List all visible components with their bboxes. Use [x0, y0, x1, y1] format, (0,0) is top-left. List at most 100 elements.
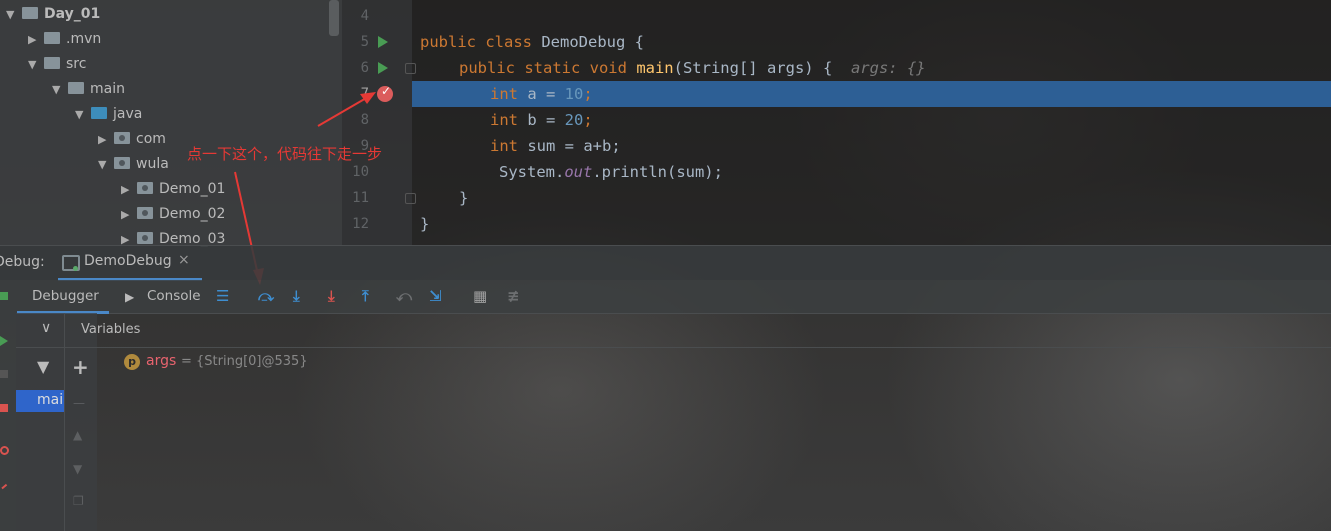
code-text: .println(sum);	[592, 163, 723, 181]
show-execution-point-icon[interactable]: ☰	[216, 287, 229, 305]
tree-scrollbar[interactable]	[329, 0, 339, 36]
code-keyword: int	[490, 111, 518, 129]
chevron-down-icon: ▼	[28, 58, 37, 71]
annotation-note: 点一下这个，代码往下走一步	[187, 145, 383, 163]
code-text: DemoDebug {	[541, 33, 644, 51]
code-number: 20	[564, 111, 584, 129]
running-indicator-icon	[73, 266, 78, 271]
tree-item-java[interactable]: ▼ java	[75, 103, 142, 125]
fold-marker-icon[interactable]	[405, 193, 416, 204]
tree-item-src[interactable]: ▼ src	[28, 53, 86, 75]
tree-item-label: java	[113, 106, 143, 122]
trace-icon[interactable]: ≢	[507, 287, 520, 305]
step-out-icon[interactable]: ⤒	[362, 287, 369, 305]
run-class-icon[interactable]	[378, 36, 388, 48]
view-breakpoints-icon[interactable]	[0, 446, 9, 455]
rerun-icon[interactable]	[0, 292, 8, 300]
chevron-down-icon: ▼	[98, 158, 107, 171]
tree-item-mvn[interactable]: ▶ .mvn	[28, 28, 101, 50]
code-keyword: int	[490, 85, 518, 103]
tree-item-com[interactable]: ▶ com	[98, 128, 166, 150]
chevron-down-icon: ▼	[52, 83, 61, 96]
code-number: 10	[564, 85, 584, 103]
chevron-right-icon: ▶	[28, 33, 37, 46]
tab-debugger-label: Debugger	[32, 288, 99, 304]
code-line-7: int a = 10;	[490, 85, 593, 103]
code-keyword: int	[490, 137, 518, 155]
code-static-field: out	[564, 163, 593, 181]
fold-marker-icon[interactable]	[405, 63, 416, 74]
variable-name[interactable]: args	[146, 353, 176, 369]
package-icon	[114, 132, 130, 144]
remove-watch-icon[interactable]: —	[73, 396, 85, 410]
step-over-icon[interactable]: ⤼	[258, 287, 274, 305]
tree-item-demo01[interactable]: ▶ Demo_01	[121, 178, 225, 200]
tree-item-label: .mvn	[66, 31, 102, 47]
drop-frame-icon[interactable]: ⤺	[396, 287, 412, 305]
copy-icon[interactable]: ❐	[73, 494, 84, 508]
run-main-icon[interactable]	[378, 62, 388, 74]
filter-icon[interactable]: ▼	[37, 357, 49, 376]
tree-item-day01[interactable]: ▼ Day_01	[6, 3, 100, 25]
evaluate-expression-icon[interactable]: ▦	[473, 287, 487, 305]
session-tab-label: DemoDebug	[84, 253, 172, 269]
run-to-cursor-icon[interactable]: ⇲	[429, 287, 442, 305]
package-icon	[137, 232, 153, 244]
folder-icon	[44, 57, 60, 69]
frames-header	[16, 313, 64, 348]
code-text: (String[] args) {	[673, 59, 833, 77]
breakpoint-check-icon: ✓	[381, 84, 392, 98]
code-keyword: public class	[420, 33, 542, 51]
package-icon	[114, 157, 130, 169]
code-punct: ;	[583, 111, 593, 129]
tree-item-label: wula	[136, 156, 169, 172]
stop-icon[interactable]	[0, 404, 8, 412]
add-watch-icon[interactable]: +	[72, 355, 89, 379]
line-number: 6	[360, 60, 369, 76]
code-text: b =	[518, 111, 565, 129]
variable-value: = {String[0]@535}	[181, 354, 308, 369]
code-keyword: public static void	[459, 59, 637, 77]
code-line-11: }	[459, 189, 469, 207]
code-punct: ;	[583, 85, 593, 103]
resume-icon[interactable]	[0, 336, 8, 346]
code-line-9: int sum = a+b;	[490, 137, 621, 155]
code-method-name: main	[636, 59, 674, 77]
chevron-down-icon: ▼	[75, 108, 84, 121]
debugger-toolbar	[16, 280, 1331, 314]
chevron-down-icon[interactable]: ∨	[41, 320, 51, 336]
tab-console[interactable]: Console	[147, 288, 201, 304]
tree-item-demo02[interactable]: ▶ Demo_02	[121, 203, 225, 225]
code-line-5: public class DemoDebug {	[420, 33, 644, 51]
line-number: 12	[352, 216, 369, 232]
line-number: 11	[352, 190, 369, 206]
code-line-10: System.out.println(sum);	[499, 163, 723, 181]
line-number: 7	[360, 86, 369, 102]
force-step-into-icon[interactable]: ⤓	[328, 287, 335, 305]
tree-item-main[interactable]: ▼ main	[52, 78, 125, 100]
tree-item-label: com	[136, 131, 166, 147]
tree-item-wula[interactable]: ▼ wula	[98, 153, 169, 175]
chevron-right-icon: ▶	[121, 183, 130, 196]
folder-icon	[44, 32, 60, 44]
close-icon[interactable]: ×	[178, 252, 190, 268]
debug-label: Debug:	[0, 254, 45, 270]
tree-item-label: Demo_01	[159, 181, 226, 197]
chevron-right-icon: ▶	[98, 133, 107, 146]
folder-icon	[68, 82, 84, 94]
move-up-icon[interactable]: ▲	[73, 428, 82, 442]
code-line-8: int b = 20;	[490, 111, 593, 129]
pause-icon[interactable]	[0, 370, 8, 378]
step-into-icon[interactable]: ⤓	[293, 287, 300, 305]
tree-item-label: Day_01	[44, 6, 101, 22]
tree-item-label: Demo_02	[159, 206, 226, 222]
tree-item-label: main	[90, 81, 125, 97]
console-icon: ▶	[125, 290, 135, 304]
move-down-icon[interactable]: ▼	[73, 462, 82, 476]
inline-debug-hint: args: {}	[850, 59, 926, 77]
line-number: 8	[360, 112, 369, 128]
package-icon	[137, 182, 153, 194]
module-folder-icon	[22, 7, 38, 19]
tree-item-label: src	[66, 56, 87, 72]
code-text: a =	[518, 85, 565, 103]
